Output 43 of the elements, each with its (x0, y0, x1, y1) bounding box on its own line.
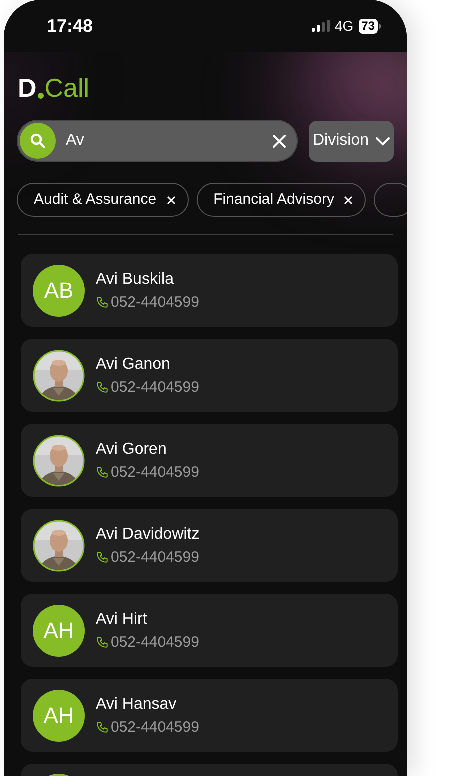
contact-card[interactable]: AB Avi Buskila 052-4404599 (21, 254, 398, 327)
app-logo: D Call (18, 74, 90, 102)
phone-icon (96, 636, 109, 649)
phone-icon (96, 381, 109, 394)
status-time: 17:48 (47, 14, 94, 38)
search-icon (20, 123, 56, 159)
contact-card[interactable]: Avi Ganon 052-4404599 (21, 339, 398, 412)
phone-icon (96, 721, 109, 734)
contact-name: Avi Davidowitz (96, 524, 200, 544)
battery-indicator: 73 (358, 18, 381, 34)
signal-icon (312, 20, 330, 32)
initials-avatar: AH (33, 690, 85, 742)
remove-icon[interactable] (166, 196, 176, 204)
filter-chip[interactable]: Financial Advisory (196, 183, 366, 217)
filter-chip[interactable]: Audit & Assurance (17, 183, 189, 217)
remove-icon[interactable] (344, 196, 354, 204)
initials-avatar: AB (33, 264, 85, 316)
contact-phone: 052-4404599 (111, 464, 200, 482)
clear-icon[interactable] (273, 134, 286, 148)
contact-name: Avi Hirt (96, 610, 148, 630)
phone-icon (96, 466, 109, 479)
contact-name: Avi Hansav (96, 694, 178, 714)
contact-card[interactable]: Avi Goren 052-4404599 (21, 424, 398, 497)
contact-name: Avi Goren (96, 440, 168, 460)
filter-chip[interactable] (374, 183, 407, 217)
contact-card[interactable]: AH Avi Hansav 052-4404599 (21, 679, 398, 752)
contact-phone: 052-4404599 (111, 718, 200, 736)
contact-name: Avi Ganon (96, 354, 172, 374)
search-field[interactable]: Av (17, 120, 298, 162)
contact-phone: 052-4404599 (111, 548, 200, 566)
phone-icon (96, 551, 109, 564)
chevron-down-icon (376, 136, 390, 146)
contact-phone: 052-4404599 (111, 378, 200, 396)
contact-card[interactable]: Avi Davidowitz 052-4404599 (21, 509, 398, 582)
search-input[interactable]: Av (66, 129, 273, 153)
contact-phone: 052-4404599 (111, 634, 200, 652)
initials-avatar: AH (33, 604, 85, 656)
phone-icon (96, 296, 109, 309)
division-dropdown[interactable]: Division (309, 120, 394, 162)
contact-phone: 052-4404599 (111, 294, 200, 312)
network-label: 4G (334, 16, 354, 36)
contact-card[interactable]: AH Avi Hirt 052-4404599 (21, 594, 398, 667)
contact-name: Avi Buskila (96, 270, 175, 290)
